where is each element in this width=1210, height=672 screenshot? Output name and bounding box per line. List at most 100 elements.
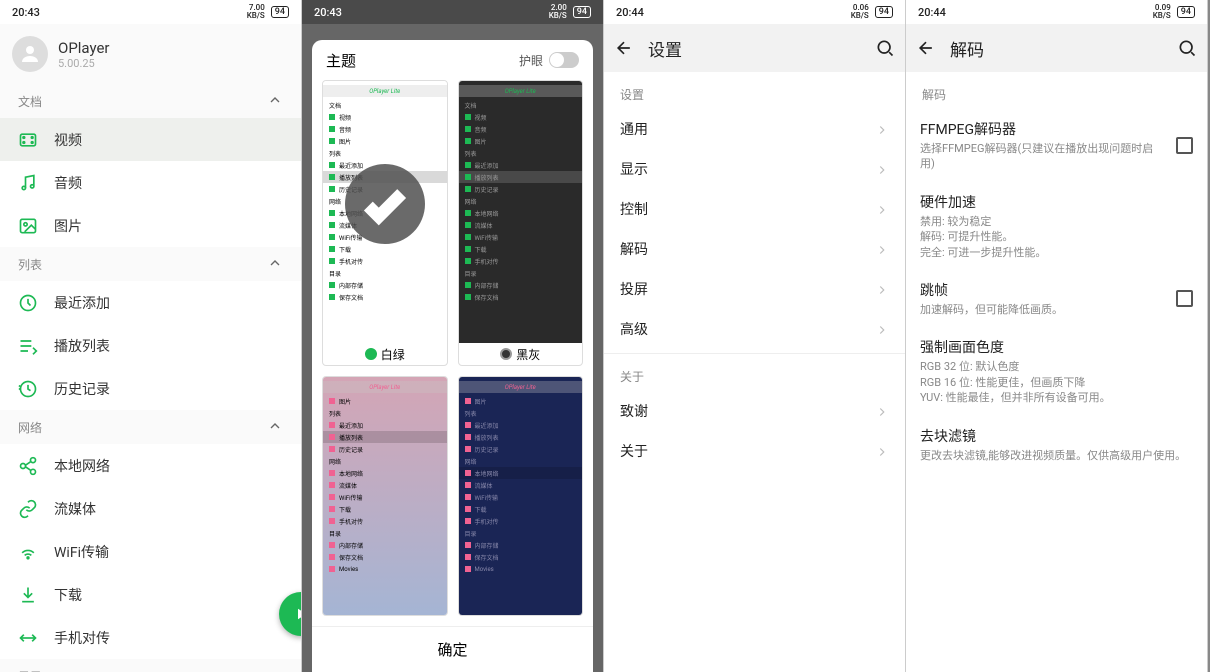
section-archive[interactable]: 文档 [0, 84, 301, 118]
theme-option-black-grey[interactable]: OPlayer Lite 文档 视频 音频 图片 列表 最近添加 播放列表 历史… [458, 80, 584, 366]
settings-item-display[interactable]: 显示 [604, 149, 905, 189]
checkbox[interactable] [1176, 137, 1193, 154]
settings-item-cast[interactable]: 投屏 [604, 269, 905, 309]
theme-dialog: 主题 护眼 OPlayer Lite 文档 视频 音频 图片 列表 最近添加 [312, 40, 593, 672]
battery-icon: 94 [573, 6, 591, 18]
settings-header: 设置 [604, 24, 905, 72]
section-label: 关于 [604, 353, 905, 391]
app-header: OPlayer 5.00.25 [0, 24, 301, 84]
sidebar-item-image[interactable]: 图片 [0, 204, 301, 247]
decode-item-hw-accel[interactable]: 硬件加速 禁用: 较为稳定 解码: 可提升性能。 完全: 可进一步提升性能。 [906, 182, 1207, 270]
image-icon [18, 216, 38, 236]
sidebar-item-label: 图片 [54, 216, 82, 236]
sidebar-item-label: 视频 [54, 130, 82, 150]
checkbox[interactable] [1176, 290, 1193, 307]
battery-icon: 94 [271, 6, 289, 18]
status-time: 20:43 [314, 6, 342, 19]
panel-oplayer-sidebar: 20:43 7.00KB/S 94 OPlayer 5.00.25 文档 视频 … [0, 0, 302, 672]
back-button[interactable] [914, 36, 938, 60]
page-title: 解码 [950, 36, 984, 61]
search-button[interactable] [1175, 36, 1199, 60]
decode-header: 解码 [906, 24, 1207, 72]
settings-item-general[interactable]: 通用 [604, 109, 905, 149]
sidebar-item-recent[interactable]: 最近添加 [0, 281, 301, 324]
chevron-right-icon [875, 282, 889, 296]
wifi-icon [18, 542, 38, 562]
back-button[interactable] [612, 36, 636, 60]
decode-item-deblock[interactable]: 去块滤镜 更改去块滤镜,能够改进视频质量。仅供高级用户使用。 [906, 416, 1207, 473]
decode-item-ffmpeg[interactable]: FFMPEG解码器 选择FFMPEG解码器(只建议在播放出现问题时启用) [906, 109, 1207, 182]
status-time: 20:44 [616, 6, 644, 19]
page-title: 设置 [648, 36, 682, 61]
sidebar-item-label: 流媒体 [54, 499, 96, 519]
app-name: OPlayer [58, 39, 110, 57]
status-bar: 20:43 2.00KB/S 94 [302, 0, 603, 24]
sidebar-item-audio[interactable]: 音频 [0, 161, 301, 204]
theme-option-white-green[interactable]: OPlayer Lite 文档 视频 音频 图片 列表 最近添加 播放列表 历史… [322, 80, 448, 366]
avatar-icon[interactable] [12, 36, 48, 72]
video-icon [18, 130, 38, 150]
decode-item-skip-frame[interactable]: 跳帧 加速解码，但可能降低画质。 [906, 270, 1207, 327]
chevron-up-icon [267, 418, 283, 437]
app-version: 5.00.25 [58, 57, 110, 70]
sidebar-item-label: 最近添加 [54, 293, 110, 313]
sidebar-item-wifi[interactable]: WiFi传输 [0, 530, 301, 573]
sidebar-item-label: 音频 [54, 173, 82, 193]
clock-icon [18, 293, 38, 313]
status-bar: 20:44 0.06KB/S 94 [604, 0, 905, 24]
chevron-up-icon [267, 92, 283, 111]
settings-item-about[interactable]: 关于 [604, 431, 905, 471]
search-button[interactable] [873, 36, 897, 60]
dialog-title: 主题 [326, 50, 356, 71]
settings-item-decode[interactable]: 解码 [604, 229, 905, 269]
sidebar-item-phone-transfer[interactable]: 手机对传 [0, 616, 301, 659]
music-icon [18, 173, 38, 193]
chevron-right-icon [875, 122, 889, 136]
sidebar-item-download[interactable]: 下载 [0, 573, 301, 616]
status-time: 20:44 [918, 6, 946, 19]
sidebar-item-history[interactable]: 历史记录 [0, 367, 301, 410]
section-network[interactable]: 网络 [0, 410, 301, 444]
chevron-up-icon [267, 667, 283, 672]
link-icon [18, 499, 38, 519]
decode-item-force-color[interactable]: 强制画面色度 RGB 32 位: 默认色度 RGB 16 位: 性能更佳，但画质… [906, 327, 1207, 415]
section-label: 设置 [604, 72, 905, 109]
sidebar-item-local-network[interactable]: 本地网络 [0, 444, 301, 487]
theme-option-gradient[interactable]: OPlayer Lite 图片 列表 最近添加 播放列表 历史记录 网络 本地网… [322, 376, 448, 616]
check-icon [345, 164, 425, 244]
settings-item-thanks[interactable]: 致谢 [604, 391, 905, 431]
sidebar-item-label: 下载 [54, 585, 82, 605]
status-time: 20:43 [12, 6, 40, 19]
sidebar-item-label: 播放列表 [54, 336, 110, 356]
settings-item-control[interactable]: 控制 [604, 189, 905, 229]
sidebar-item-video[interactable]: 视频 [0, 118, 301, 161]
section-catalog[interactable]: 目录 [0, 659, 301, 672]
transfer-icon [18, 628, 38, 648]
playlist-icon [18, 336, 38, 356]
panel-theme-dialog: 20:43 2.00KB/S 94 主题 护眼 OPlayer Lite 文档 … [302, 0, 604, 672]
section-label: 解码 [906, 72, 1207, 109]
sidebar-item-stream[interactable]: 流媒体 [0, 487, 301, 530]
status-bar: 20:43 7.00KB/S 94 [0, 0, 301, 24]
share-icon [18, 456, 38, 476]
history-icon [18, 379, 38, 399]
sidebar-item-label: 历史记录 [54, 379, 110, 399]
status-bar: 20:44 0.09KB/S 94 [906, 0, 1207, 24]
sidebar-item-label: WiFi传输 [54, 542, 109, 562]
section-list[interactable]: 列表 [0, 247, 301, 281]
sidebar-item-label: 本地网络 [54, 456, 110, 476]
chevron-up-icon [267, 255, 283, 274]
chevron-right-icon [875, 162, 889, 176]
chevron-right-icon [875, 322, 889, 336]
eye-care-toggle[interactable]: 护眼 [519, 52, 579, 69]
confirm-button[interactable]: 确定 [312, 626, 593, 672]
theme-option-blue[interactable]: OPlayer Lite 图片 列表 最近添加 播放列表 历史记录 网络 本地网… [458, 376, 584, 616]
settings-item-advanced[interactable]: 高级 [604, 309, 905, 349]
sidebar-item-playlist[interactable]: 播放列表 [0, 324, 301, 367]
chevron-right-icon [875, 404, 889, 418]
panel-settings: 20:44 0.06KB/S 94 设置 设置 通用 显示 控制 解码 投屏 高… [604, 0, 906, 672]
chevron-right-icon [875, 202, 889, 216]
chevron-right-icon [875, 444, 889, 458]
chevron-right-icon [875, 242, 889, 256]
sidebar-item-label: 手机对传 [54, 628, 110, 648]
